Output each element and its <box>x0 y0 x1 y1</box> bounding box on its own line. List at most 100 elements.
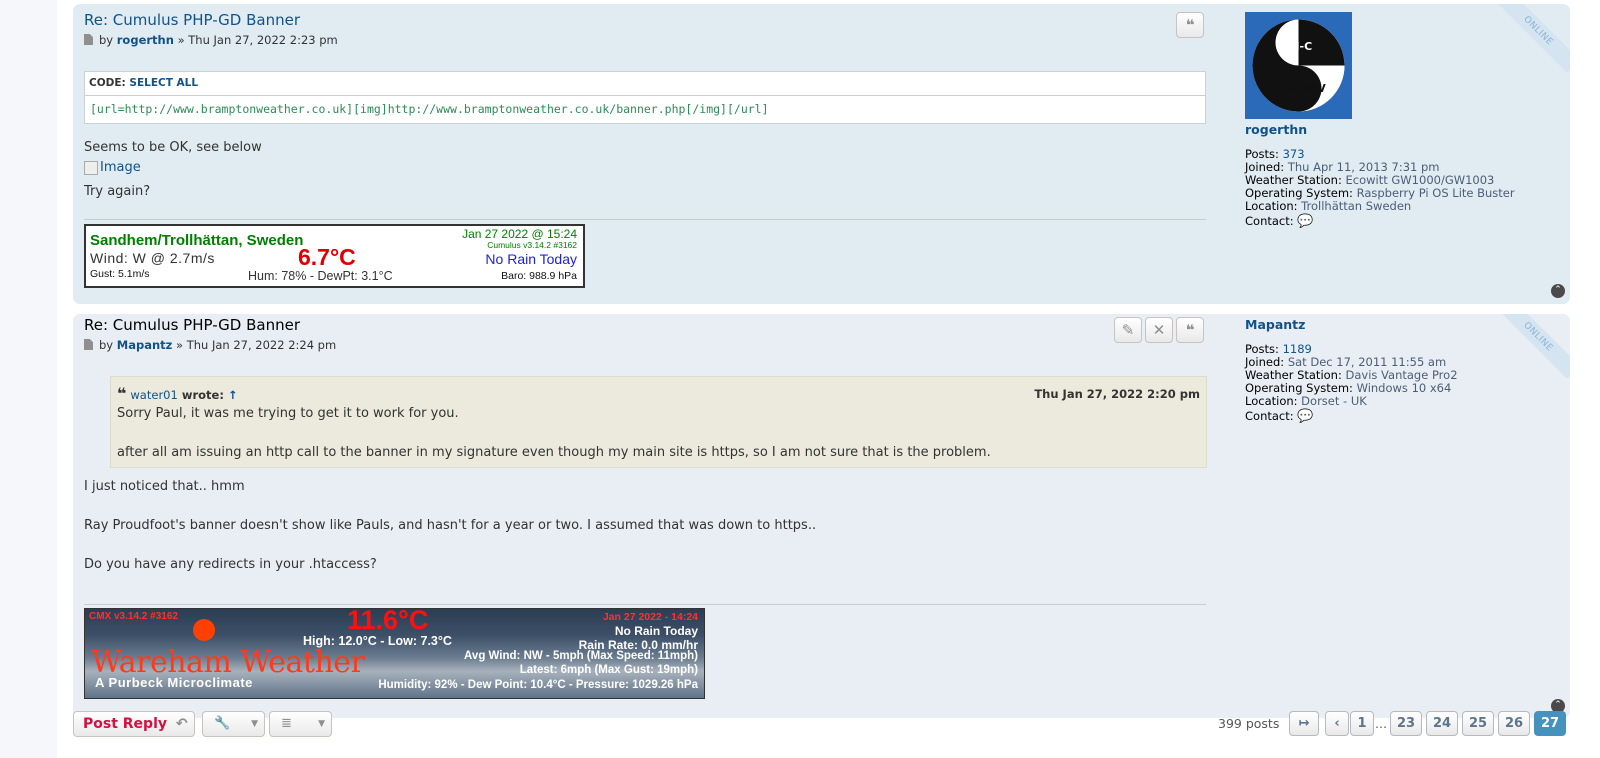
post-content: I just noticed that.. hmm Ray Proudfoot'… <box>84 477 816 575</box>
pagination-ellipsis: … <box>1375 717 1387 731</box>
quote-line: Sorry Paul, it was me trying to get it t… <box>117 406 459 421</box>
page-26-button[interactable]: 26 <box>1498 711 1530 736</box>
author-profile: Mapantz Posts: 1189 Joined: Sat Dec 17, … <box>1245 317 1458 424</box>
blockquote: ❝ water01 wrote: ↑ Thu Jan 27, 2022 2:20… <box>110 376 1207 468</box>
quote-button[interactable]: ❝ <box>1176 317 1204 343</box>
close-icon: ✕ <box>1152 321 1166 339</box>
post-byline: by rogerthn » Thu Jan 27, 2022 2:23 pm <box>84 33 338 47</box>
banner-version: Cumulus v3.14.2 #3162 <box>487 240 577 250</box>
broken-image-icon <box>84 161 98 175</box>
post-text-line: Ray Proudfoot's banner doesn't show like… <box>84 518 817 533</box>
post-rogerthn: ONLINE Re: Cumulus PHP-GD Banner by roge… <box>73 4 1570 304</box>
back-to-top-icon[interactable]: ⌃ <box>1551 284 1565 298</box>
post-title-link[interactable]: Re: Cumulus PHP-GD Banner <box>84 11 300 29</box>
banner-wind: Avg Wind: NW - 5mph (Max Speed: 11mph) <box>464 650 698 662</box>
post-text-line: Try again? <box>84 184 151 199</box>
contact-icon[interactable]: 💬 <box>1297 409 1313 424</box>
avatar-bottom-text: Ctrl-V <box>1291 82 1326 95</box>
post-byline: by Mapantz » Thu Jan 27, 2022 2:24 pm <box>84 338 336 352</box>
sort-options-dropdown[interactable]: ≣ ▼ <box>269 711 332 737</box>
signature-banner-wareham: CMX v3.14.2 #3162 11.6°C Jan 27 2022 - 1… <box>84 608 705 699</box>
signature-separator <box>84 604 1206 605</box>
edit-button[interactable]: ✎ <box>1114 317 1142 343</box>
sort-icon: ≣ <box>281 716 292 731</box>
page-23-button[interactable]: 23 <box>1390 711 1422 736</box>
banner-station: Sandhem/Trollhättan, Sweden <box>90 232 304 249</box>
topic-tools-dropdown[interactable]: 🔧 ▼ <box>202 711 265 737</box>
quote-author-link[interactable]: water01 <box>130 388 177 402</box>
post-date: » Thu Jan 27, 2022 2:23 pm <box>177 33 338 47</box>
banner-temp: 6.7°C <box>298 244 356 270</box>
post-file-icon[interactable] <box>84 339 93 350</box>
profile-joined: Thu Apr 11, 2013 7:31 pm <box>1287 160 1440 174</box>
banner-date: Jan 27 2022 @ 15:24 <box>462 227 577 241</box>
topic-page: ONLINE Re: Cumulus PHP-GD Banner by roge… <box>57 0 1600 758</box>
banner-hum: Hum: 78% - DewPt: 3.1°C <box>248 269 393 283</box>
chevron-left-icon: ‹ <box>1334 716 1340 731</box>
author-profile: Ctrl-C Ctrl-V rogerthn Posts: 373 Joined… <box>1245 12 1515 228</box>
caret-down-icon: ▼ <box>318 719 325 729</box>
page-27-current[interactable]: 27 <box>1534 711 1566 736</box>
contact-icon[interactable]: 💬 <box>1297 214 1313 229</box>
caret-down-icon: ▼ <box>251 719 258 729</box>
quote-source-arrow[interactable]: ↑ <box>228 388 238 402</box>
profile-username[interactable]: rogerthn <box>1245 122 1307 137</box>
avatar-top-text: Ctrl-C <box>1277 40 1313 53</box>
profile-station: Davis Vantage Pro2 <box>1345 368 1458 382</box>
yin-yang-icon <box>1245 12 1352 119</box>
banner-date: Jan 27 2022 - 14:24 <box>602 611 698 623</box>
post-text-line: Do you have any redirects in your .htacc… <box>84 557 377 572</box>
reply-arrow-icon: ↶ <box>175 716 188 732</box>
code-header: CODE: SELECT ALL <box>85 72 1205 96</box>
code-box: CODE: SELECT ALL [url=http://www.brampto… <box>84 71 1206 124</box>
post-author-link[interactable]: Mapantz <box>117 338 173 352</box>
page-1-button[interactable]: 1 <box>1350 711 1374 736</box>
quote-icon: ❝ <box>117 384 127 403</box>
jump-to-page-button[interactable]: ↦ <box>1289 711 1319 736</box>
pencil-icon: ✎ <box>1121 321 1135 339</box>
page-25-button[interactable]: 25 <box>1462 711 1494 736</box>
post-text-line: Seems to be OK, see below <box>84 140 262 155</box>
banner-baro: Baro: 988.9 hPa <box>501 270 577 282</box>
online-ribbon: ONLINE <box>1496 314 1570 379</box>
post-reply-button[interactable]: Post Reply ↶ <box>73 711 195 737</box>
post-file-icon[interactable] <box>84 34 93 45</box>
banner-rain: No Rain Today <box>485 251 577 267</box>
quote-header: ❝ water01 wrote: ↑ <box>117 384 238 403</box>
quote-icon: ❝ <box>1185 321 1195 339</box>
post-title-link[interactable]: Re: Cumulus PHP-GD Banner <box>84 316 300 334</box>
banner-gust: Gust: 5.1m/s <box>90 268 150 280</box>
signature-banner-sandhem: Sandhem/Trollhättan, Sweden Jan 27 2022 … <box>84 224 585 288</box>
profile-posts-link[interactable]: 373 <box>1283 147 1305 161</box>
sun-icon <box>193 619 215 641</box>
avatar[interactable]: Ctrl-C Ctrl-V <box>1245 12 1352 119</box>
banner-wind: Wind: W @ 2.7m/s <box>90 250 215 266</box>
wrench-icon: 🔧 <box>214 716 231 731</box>
jump-arrow-icon: ↦ <box>1298 716 1310 731</box>
banner-humidity: Humidity: 92% - Dew Point: 10.4°C - Pres… <box>378 679 698 691</box>
banner-version: CMX v3.14.2 #3162 <box>89 611 178 622</box>
profile-posts-link[interactable]: 1189 <box>1283 342 1312 356</box>
previous-page-button[interactable]: ‹ <box>1325 711 1349 736</box>
post-text-line: I just noticed that.. hmm <box>84 479 245 494</box>
post-count: 399 posts <box>1218 716 1280 731</box>
quote-line: after all am issuing an http call to the… <box>117 445 991 460</box>
signature-separator <box>84 219 1206 220</box>
banner-rain: No Rain Today <box>614 624 698 638</box>
banner-tagline: A Purbeck Microclimate <box>95 675 253 690</box>
post-author-link[interactable]: rogerthn <box>117 33 174 47</box>
image-link[interactable]: Image <box>84 158 141 178</box>
post-date: » Thu Jan 27, 2022 2:24 pm <box>176 338 337 352</box>
profile-location: Trollhättan Sweden <box>1301 199 1412 213</box>
profile-os: Raspberry Pi OS Lite Buster <box>1356 186 1515 200</box>
select-all-link[interactable]: SELECT ALL <box>129 77 198 89</box>
delete-button[interactable]: ✕ <box>1145 317 1173 343</box>
page-24-button[interactable]: 24 <box>1426 711 1458 736</box>
quote-icon: ❝ <box>1185 16 1195 34</box>
quote-button[interactable]: ❝ <box>1176 12 1204 38</box>
banner-temp: 11.6°C <box>347 608 429 635</box>
profile-username[interactable]: Mapantz <box>1245 317 1305 332</box>
post-content: Seems to be OK, see below Image Try agai… <box>84 138 262 202</box>
post-mapantz: ONLINE Re: Cumulus PHP-GD Banner by Mapa… <box>73 314 1570 718</box>
post-title: Re: Cumulus PHP-GD Banner <box>84 11 300 29</box>
